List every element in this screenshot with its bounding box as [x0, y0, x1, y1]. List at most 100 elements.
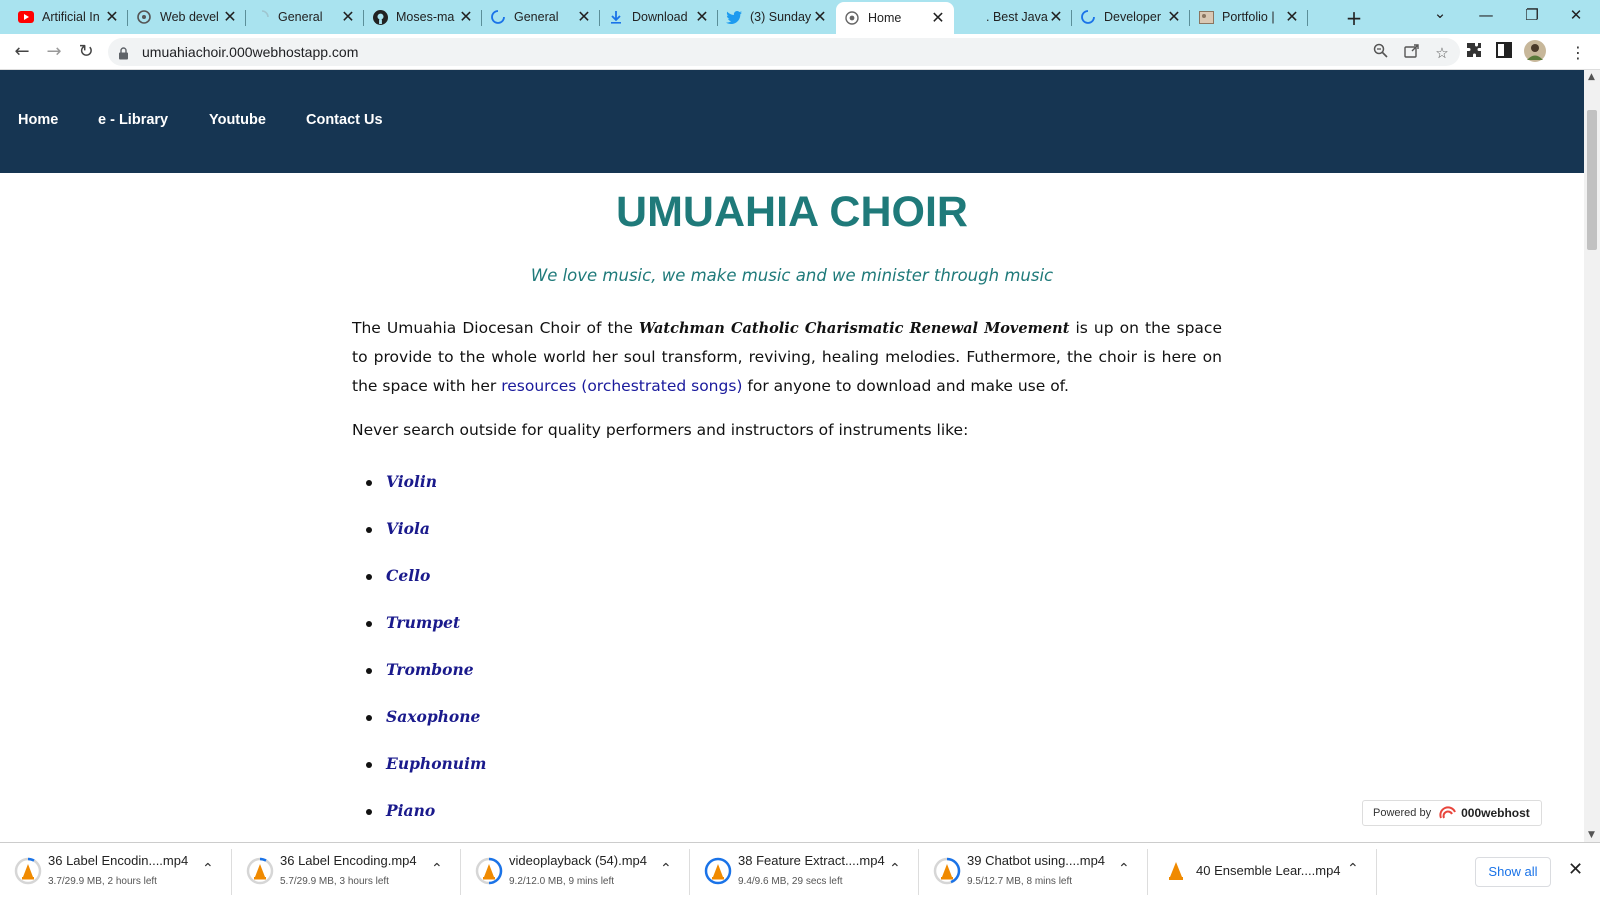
download-filename: 38 Feature Extract....mp4 — [738, 853, 885, 868]
webhost-logo-icon — [1439, 806, 1457, 820]
chatgpt-icon — [136, 9, 152, 25]
github-icon — [372, 9, 388, 25]
nav-youtube-link[interactable]: Youtube — [209, 112, 266, 128]
youtube-icon — [18, 9, 34, 25]
back-arrow-icon[interactable]: ← — [10, 40, 34, 64]
nav-contact-link[interactable]: Contact Us — [306, 112, 383, 128]
close-icon[interactable]: ✕ — [930, 10, 946, 26]
address-bar[interactable]: umuahiachoir.000webhostapp.com ☆ — [108, 38, 1460, 66]
show-all-button[interactable]: Show all — [1475, 857, 1551, 887]
close-icon[interactable]: ✕ — [1166, 9, 1182, 25]
list-item: Trombone — [366, 660, 486, 707]
new-tab-button[interactable]: + — [1342, 6, 1366, 30]
list-item: Euphonuim — [366, 754, 486, 801]
lock-icon[interactable] — [118, 45, 129, 64]
vlc-file-icon — [933, 857, 961, 885]
tab-search-icon[interactable]: ⌄ — [1430, 4, 1450, 22]
nav-elibrary-link[interactable]: e - Library — [98, 112, 168, 128]
chevron-up-icon[interactable]: ⌃ — [889, 861, 901, 877]
site-navbar: Home e - Library Youtube Contact Us — [0, 70, 1584, 173]
extensions-icon[interactable] — [1464, 42, 1484, 62]
restore-icon[interactable]: ❐ — [1522, 6, 1542, 24]
list-item: Trumpet — [366, 613, 486, 660]
url-text: umuahiachoir.000webhostapp.com — [142, 44, 359, 60]
download-status: 9.2/12.0 MB, 9 mins left — [509, 876, 615, 887]
tab-download[interactable]: Download ✕ — [600, 2, 718, 32]
close-icon[interactable]: ✕ — [340, 9, 356, 25]
close-icon[interactable]: ✕ — [222, 9, 238, 25]
vlc-file-icon — [14, 857, 42, 885]
tab-strip: Artificial In ✕ Web devel ✕ General ✕ Mo… — [0, 0, 1600, 34]
scroll-down-icon[interactable]: ▼ — [1588, 830, 1595, 840]
tab-twitter[interactable]: (3) Sunday ✕ — [718, 2, 836, 32]
close-icon[interactable]: ✕ — [1568, 859, 1583, 880]
powered-by-brand: 000webhost — [1461, 806, 1530, 820]
list-item: Piano — [366, 801, 486, 842]
tab-general-2[interactable]: General ✕ — [482, 2, 600, 32]
tab-label: Moses-ma — [396, 10, 455, 24]
window-close-icon[interactable]: ✕ — [1566, 6, 1586, 24]
tab-bestjs[interactable]: . Best JavaS ✕ — [954, 2, 1072, 32]
close-icon[interactable]: ✕ — [104, 9, 120, 25]
instruments-intro: Never search outside for quality perform… — [352, 421, 969, 439]
download-filename: 40 Ensemble Lear....mp4 — [1196, 863, 1341, 878]
avatar[interactable] — [1524, 40, 1546, 62]
tagline: We love music, we make music and we mini… — [530, 266, 1054, 285]
download-filename: 36 Label Encodin....mp4 — [48, 853, 189, 868]
close-icon[interactable]: ✕ — [812, 9, 828, 25]
tab-developer[interactable]: Developer ✕ — [1072, 2, 1190, 32]
close-icon[interactable]: ✕ — [694, 9, 710, 25]
forward-arrow-icon[interactable]: → — [42, 40, 66, 64]
tab-general-1[interactable]: General ✕ — [246, 2, 364, 32]
browser-toolbar: ← → ↻ umuahiachoir.000webhostapp.com ☆ ⋮ — [0, 34, 1600, 70]
chevron-up-icon[interactable]: ⌃ — [431, 861, 443, 877]
globe-icon — [844, 10, 860, 26]
chevron-up-icon[interactable]: ⌃ — [1347, 861, 1359, 877]
download-status: 9.5/12.7 MB, 8 mins left — [967, 876, 1073, 887]
download-item[interactable]: 39 Chatbot using....mp4 9.5/12.7 MB, 8 m… — [919, 843, 1148, 900]
scroll-up-icon[interactable]: ▲ — [1588, 72, 1595, 82]
tab-label: . Best JavaS — [986, 10, 1048, 24]
chevron-up-icon[interactable]: ⌃ — [1118, 861, 1130, 877]
list-item: Viola — [366, 519, 486, 566]
close-icon[interactable]: ✕ — [1284, 9, 1300, 25]
side-panel-icon[interactable] — [1494, 42, 1514, 62]
tab-portfolio[interactable]: Portfolio | ✕ — [1190, 2, 1308, 32]
tab-artificial[interactable]: Artificial In ✕ — [10, 2, 128, 32]
tab-label: Portfolio | — [1222, 10, 1275, 24]
chevron-up-icon[interactable]: ⌃ — [660, 861, 672, 877]
download-status: 3.7/29.9 MB, 2 hours left — [48, 876, 157, 887]
powered-by-badge[interactable]: Powered by 000webhost — [1362, 800, 1542, 826]
download-item[interactable]: 36 Label Encodin....mp4 3.7/29.9 MB, 2 h… — [0, 843, 232, 900]
vlc-file-icon — [1164, 859, 1192, 887]
tab-label: General — [514, 10, 559, 24]
nav-home-link[interactable]: Home — [18, 112, 58, 128]
reload-icon[interactable]: ↻ — [74, 40, 98, 64]
download-item[interactable]: videoplayback (54).mp4 9.2/12.0 MB, 9 mi… — [461, 843, 690, 900]
close-icon[interactable]: ✕ — [576, 9, 592, 25]
minimize-icon[interactable]: — — [1476, 6, 1496, 24]
download-item[interactable]: 36 Label Encoding.mp4 5.7/29.9 MB, 3 hou… — [232, 843, 461, 900]
list-item: Saxophone — [366, 707, 486, 754]
download-item[interactable]: 38 Feature Extract....mp4 9.4/9.6 MB, 29… — [690, 843, 919, 900]
download-filename: 36 Label Encoding.mp4 — [280, 853, 417, 868]
zoom-icon[interactable] — [1370, 43, 1390, 63]
share-icon[interactable] — [1402, 43, 1422, 63]
divider — [1376, 849, 1377, 895]
bookmark-star-icon[interactable]: ☆ — [1432, 43, 1452, 63]
loading-icon — [1080, 9, 1096, 25]
resources-link[interactable]: resources (orchestrated songs) — [501, 377, 742, 395]
download-item[interactable]: 40 Ensemble Lear....mp4 ⌃ — [1148, 843, 1377, 900]
close-icon[interactable]: ✕ — [1048, 9, 1064, 25]
tab-moses[interactable]: Moses-ma ✕ — [364, 2, 482, 32]
intro-text: The Umuahia Diocesan Choir of the — [352, 319, 639, 337]
loading-icon — [490, 9, 506, 25]
tab-webdev[interactable]: Web devel ✕ — [128, 2, 246, 32]
tab-home[interactable]: Home ✕ — [836, 2, 954, 34]
close-icon[interactable]: ✕ — [458, 9, 474, 25]
browser-menu-icon[interactable]: ⋮ — [1568, 43, 1588, 63]
page-scrollbar[interactable]: ▲ ▼ — [1584, 70, 1600, 842]
chevron-up-icon[interactable]: ⌃ — [202, 861, 214, 877]
download-icon — [608, 9, 624, 25]
scrollbar-thumb[interactable] — [1587, 110, 1597, 250]
